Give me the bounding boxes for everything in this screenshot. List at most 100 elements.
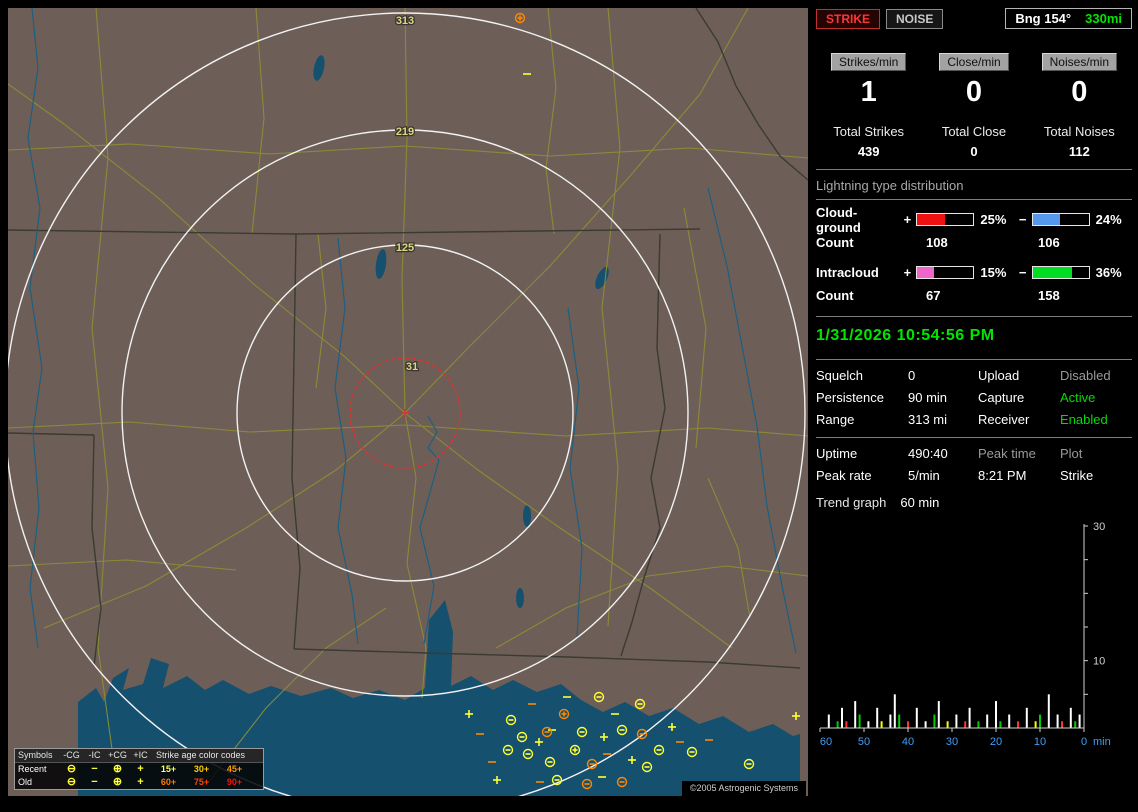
upload-label: Upload [978,368,1060,383]
bearing-range-value: 330mi [1085,11,1122,26]
age-60: 60+ [152,776,185,789]
status-panel: STRIKE NOISE Bng 154° 330mi Strikes/min … [816,8,1132,804]
legend-col-pos-cg: +CG [106,749,129,762]
pos-ic-recent-icon: + [129,763,152,776]
receiver-label: Receiver [978,412,1060,427]
plot-value: Strike [1060,468,1132,483]
bearing-value: Bng 154° [1015,11,1071,26]
receiver-status: Enabled [1060,412,1132,427]
separator [816,199,1132,200]
stats-table: Uptime 490:40 Peak time Plot Peak rate 5… [816,446,1132,483]
svg-text:30: 30 [1093,521,1105,533]
peak-time-label: Peak time [978,446,1060,461]
ring-label-219: 219 [396,126,414,138]
noises-per-min-button[interactable]: Noises/min [1042,53,1117,71]
svg-text:0: 0 [1081,736,1087,748]
svg-text:30: 30 [946,736,958,748]
cg-pos-bar [916,213,974,226]
neg-cg-old-icon: ⊖ [60,776,83,789]
ic-neg-pct: 36% [1093,265,1132,280]
svg-text:10: 10 [1093,656,1105,668]
count-label: Count [816,288,910,303]
uptime-label: Uptime [816,446,908,461]
cloud-ground-count-row: Count 108 106 [816,231,1132,253]
intracloud-row: Intracloud + 15% − 36% [816,261,1132,284]
strike-mode-button[interactable]: STRIKE [816,9,880,29]
capture-label: Capture [978,390,1060,405]
trend-graph-header: Trend graph 60 min [816,495,1132,510]
cloud-ground-row: Cloud-ground + 25% − 24% [816,208,1132,231]
settings-table: Squelch 0 Upload Disabled Persistence 90… [816,368,1132,427]
plus-sign: + [902,212,914,227]
strikes-column: Strikes/min 1 Total Strikes 439 [816,53,921,159]
neg-ic-old-icon: − [83,776,106,789]
total-noises-label: Total Noises [1027,124,1132,139]
strikes-per-min-button[interactable]: Strikes/min [831,53,906,71]
legend-age-title: Strike age color codes [152,749,263,762]
persistence-value: 90 min [908,390,978,405]
svg-text:60: 60 [820,736,832,748]
minus-sign: − [1017,212,1029,227]
noises-column: Noises/min 0 Total Noises 112 [1027,53,1132,159]
legend-row-old: Old ⊖ − ⊕ + 60+ 75+ 90+ [15,776,263,789]
ring-label-125: 125 [396,242,414,254]
legend-col-neg-ic: -IC [83,749,106,762]
ic-neg-count: 158 [1022,288,1132,303]
svg-text:min: min [1093,736,1111,748]
persistence-label: Persistence [816,390,908,405]
total-strikes-value: 439 [816,144,921,159]
separator [816,437,1132,438]
close-per-min-value: 0 [921,76,1026,109]
svg-text:10: 10 [1034,736,1046,748]
map-legend: Symbols -CG -IC +CG +IC Strike age color… [14,748,264,790]
trend-graph-label: Trend graph [816,495,886,510]
close-column: Close/min 0 Total Close 0 [921,53,1026,159]
noise-mode-button[interactable]: NOISE [886,9,943,29]
svg-text:50: 50 [858,736,870,748]
range-value: 313 mi [908,412,978,427]
peak-rate-label: Peak rate [816,468,908,483]
cg-pos-pct: 25% [977,212,1016,227]
cg-neg-count: 106 [1022,235,1132,250]
mode-row: STRIKE NOISE Bng 154° 330mi [816,8,1132,29]
intracloud-count-row: Count 67 158 [816,284,1132,306]
squelch-label: Squelch [816,368,908,383]
legend-row-recent: Recent ⊖ − ⊕ + 15+ 30+ 45+ [15,763,263,776]
legend-symbols-label: Symbols [15,749,60,762]
trend-graph: 30106050403020100min [816,518,1132,766]
date-time-display: 1/31/2026 10:54:56 PM [816,325,1132,349]
cg-neg-pct: 24% [1093,212,1132,227]
close-per-min-button[interactable]: Close/min [939,53,1008,71]
minus-sign: − [1017,265,1029,280]
noises-per-min-value: 0 [1027,76,1132,109]
legend-col-pos-ic: +IC [129,749,152,762]
separator [816,359,1132,360]
svg-text:20: 20 [990,736,1002,748]
copyright-credit: ©2005 Astrogenic Systems [682,781,806,796]
trend-graph-span-value: 60 min [900,495,939,510]
ic-pos-count: 67 [910,288,1022,303]
total-close-value: 0 [921,144,1026,159]
legend-old-label: Old [15,776,60,789]
lightning-map[interactable]: 313 219 125 31 Symbols -CG -IC +CG +IC S… [8,8,808,796]
age-30: 30+ [185,763,218,776]
pos-ic-old-icon: + [129,776,152,789]
pos-cg-recent-icon: ⊕ [106,763,129,776]
age-45: 45+ [218,763,251,776]
legend-col-neg-cg: -CG [60,749,83,762]
cg-neg-bar [1032,213,1090,226]
map-canvas[interactable]: 313 219 125 31 [8,8,808,796]
count-label: Count [816,235,910,250]
total-strikes-label: Total Strikes [816,124,921,139]
cg-neg-bar-fill [1033,214,1060,225]
ic-pos-bar [916,266,974,279]
neg-cg-recent-icon: ⊖ [60,763,83,776]
cg-pos-count: 108 [910,235,1022,250]
neg-ic-recent-icon: − [83,763,106,776]
ic-neg-bar-fill [1033,267,1072,278]
plus-sign: + [902,265,914,280]
total-noises-value: 112 [1027,144,1132,159]
legend-header: Symbols -CG -IC +CG +IC Strike age color… [15,749,263,763]
age-15: 15+ [152,763,185,776]
pos-cg-old-icon: ⊕ [106,776,129,789]
